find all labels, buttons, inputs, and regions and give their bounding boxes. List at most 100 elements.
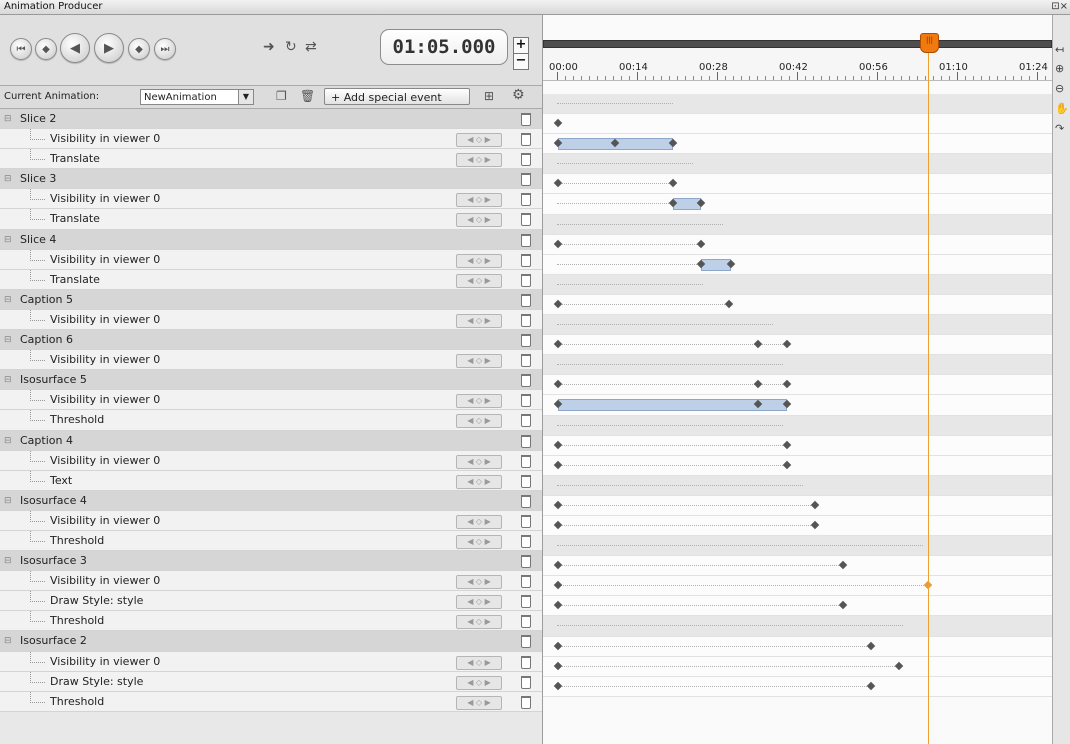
trash-icon[interactable] <box>521 133 531 147</box>
keyframe-navigator[interactable]: ◀ ◇ ▶ <box>456 273 502 288</box>
track-row[interactable]: Visibility in viewer 0 ◀ ◇ ▶ <box>0 129 542 150</box>
window-controls[interactable]: ⊡× <box>1051 0 1068 14</box>
trash-icon[interactable] <box>521 635 531 649</box>
keyframe-lane[interactable] <box>543 335 1052 356</box>
trash-icon[interactable] <box>521 615 531 629</box>
trash-icon[interactable] <box>521 233 531 247</box>
keyframe-lane[interactable] <box>543 395 1052 416</box>
keyframe-marker[interactable] <box>866 641 876 650</box>
keyframe-marker[interactable] <box>753 339 763 349</box>
track-row[interactable]: Visibility in viewer 0 ◀ ◇ ▶ <box>0 390 542 411</box>
track-row[interactable]: Translate ◀ ◇ ▶ <box>0 269 542 290</box>
time-ruler[interactable]: 00:00 00:14 00:28 00:42 00:56 01:10 01:24 <box>543 48 1052 81</box>
track-row[interactable]: Visibility in viewer 0 ◀ ◇ ▶ <box>0 651 542 672</box>
keyframe-marker[interactable] <box>553 239 563 248</box>
keyframe-lane[interactable] <box>543 455 1052 476</box>
keyframe-lane[interactable] <box>543 194 1052 215</box>
collapse-icon[interactable]: ⊟ <box>4 109 12 129</box>
track-group-row[interactable]: ⊟ Caption 6 <box>0 330 542 351</box>
zoom-in-icon[interactable]: ⊕ <box>1055 62 1064 75</box>
go-to-start-button[interactable]: ⏮ <box>10 38 32 60</box>
rotate-icon[interactable]: ↷ <box>1055 122 1064 135</box>
trash-icon[interactable] <box>521 595 531 609</box>
trash-icon[interactable] <box>521 273 531 287</box>
track-group-row[interactable]: ⊟ Slice 3 <box>0 169 542 190</box>
keyframe-navigator[interactable]: ◀ ◇ ▶ <box>456 394 502 409</box>
keyframe-marker[interactable] <box>668 179 678 188</box>
track-group-row[interactable]: ⊟ Slice 2 <box>0 109 542 130</box>
collapse-icon[interactable]: ⊟ <box>4 631 12 651</box>
trash-icon[interactable] <box>521 514 531 528</box>
group-lane[interactable] <box>543 616 1052 637</box>
collapse-icon[interactable]: ⊟ <box>4 169 12 189</box>
keyframe-lane[interactable] <box>543 174 1052 195</box>
group-lane[interactable] <box>543 475 1052 496</box>
group-lane[interactable] <box>543 214 1052 235</box>
keyframe-navigator[interactable]: ◀ ◇ ▶ <box>456 575 502 590</box>
track-group-row[interactable]: ⊟ Isosurface 4 <box>0 490 542 511</box>
collapse-icon[interactable]: ⊟ <box>4 330 12 350</box>
keyframe-navigator[interactable]: ◀ ◇ ▶ <box>456 153 502 168</box>
group-lane[interactable] <box>543 154 1052 175</box>
keyframe-marker[interactable] <box>553 581 563 590</box>
collapse-icon[interactable]: ⊟ <box>4 491 12 511</box>
keyframe-lane[interactable] <box>543 556 1052 577</box>
trash-icon[interactable] <box>521 334 531 348</box>
keyframe-lane[interactable] <box>543 294 1052 316</box>
collapse-icon[interactable]: ⊟ <box>4 431 12 451</box>
trash-icon[interactable] <box>521 695 531 709</box>
track-row[interactable]: Visibility in viewer 0 ◀ ◇ ▶ <box>0 450 542 471</box>
keyframe-marker[interactable] <box>553 299 563 309</box>
add-track-icon[interactable]: ⊞ <box>484 89 494 103</box>
add-special-event-button[interactable]: + Add special event <box>324 88 470 105</box>
keyframe-marker[interactable] <box>753 380 763 389</box>
keyframe-navigator[interactable]: ◀ ◇ ▶ <box>456 655 502 670</box>
keyframe-marker[interactable] <box>553 339 563 349</box>
keyframe-marker[interactable] <box>553 641 563 650</box>
track-row[interactable]: Visibility in viewer 0 ◀ ◇ ▶ <box>0 309 542 331</box>
track-group-row[interactable]: ⊟ Caption 5 <box>0 289 542 310</box>
trash-icon[interactable] <box>521 655 531 669</box>
keyframe-marker[interactable] <box>894 661 904 670</box>
keyframe-navigator[interactable]: ◀ ◇ ▶ <box>456 133 502 148</box>
keyframe-navigator[interactable]: ◀ ◇ ▶ <box>456 534 502 549</box>
keyframe-navigator[interactable]: ◀ ◇ ▶ <box>456 615 502 630</box>
keyframe-marker[interactable] <box>866 681 876 690</box>
timeline-scrollbar[interactable] <box>543 40 1052 48</box>
keyframe-navigator[interactable]: ◀ ◇ ▶ <box>456 695 502 710</box>
keyframe-marker[interactable] <box>553 460 563 469</box>
keyframe-lane[interactable] <box>543 114 1052 135</box>
keyframe-marker[interactable] <box>782 440 792 449</box>
collapse-icon[interactable]: ⊟ <box>4 230 12 250</box>
keyframe-marker[interactable] <box>553 179 563 188</box>
keyframe-lane[interactable] <box>543 435 1052 456</box>
keyframe-marker[interactable] <box>553 440 563 449</box>
zoom-out-icon[interactable]: ⊖ <box>1055 82 1064 95</box>
collapse-icon[interactable]: ⊟ <box>4 551 12 571</box>
track-group-row[interactable]: ⊟ Caption 4 <box>0 430 542 451</box>
track-row[interactable]: Draw Style: style ◀ ◇ ▶ <box>0 591 542 612</box>
keyframe-lane[interactable] <box>543 495 1052 516</box>
trash-icon[interactable] <box>521 153 531 167</box>
trash-icon[interactable] <box>521 494 531 508</box>
track-row[interactable]: Threshold ◀ ◇ ▶ <box>0 691 542 712</box>
keyframe-lane[interactable] <box>543 636 1052 657</box>
keyframe-marker[interactable] <box>810 500 820 510</box>
time-decrement-button[interactable]: − <box>513 53 529 70</box>
track-row[interactable]: Translate ◀ ◇ ▶ <box>0 209 542 230</box>
new-animation-icon[interactable]: ❐ <box>276 89 287 103</box>
keyframe-navigator[interactable]: ◀ ◇ ▶ <box>456 354 502 369</box>
keyframe-lane[interactable] <box>543 234 1052 255</box>
track-row[interactable]: Visibility in viewer 0 ◀ ◇ ▶ <box>0 510 542 531</box>
keyframe-lane[interactable] <box>543 375 1052 396</box>
trash-icon[interactable] <box>521 253 531 267</box>
track-group-row[interactable]: ⊟ Isosurface 3 <box>0 551 542 572</box>
trash-icon[interactable] <box>521 454 531 468</box>
track-row[interactable]: Text ◀ ◇ ▶ <box>0 470 542 491</box>
keyframe-marker[interactable] <box>553 681 563 690</box>
keyframe-marker[interactable] <box>838 601 848 610</box>
keyframe-marker[interactable] <box>553 118 563 128</box>
current-time-display[interactable]: 01:05.000 <box>380 29 508 65</box>
playhead-handle[interactable]: ||| <box>920 33 939 53</box>
track-row[interactable]: Visibility in viewer 0 ◀ ◇ ▶ <box>0 571 542 592</box>
